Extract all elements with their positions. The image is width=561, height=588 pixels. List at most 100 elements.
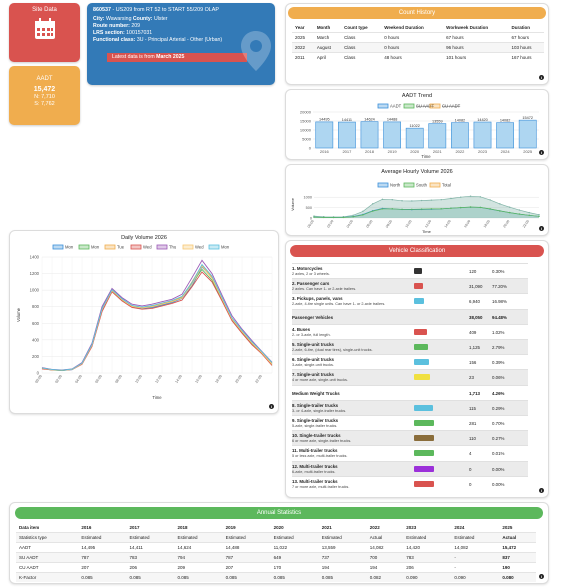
hourly-point[interactable] xyxy=(460,206,462,209)
aadt-bar[interactable] xyxy=(428,123,447,149)
hourly-point[interactable] xyxy=(381,198,384,201)
vehicle-class-name: 8. Single-trailer trucks xyxy=(292,402,339,408)
y-tick-label: 500 xyxy=(306,206,312,210)
legend-item[interactable]: Total xyxy=(429,183,451,188)
hourly-point[interactable] xyxy=(391,199,393,201)
hourly-point[interactable] xyxy=(440,208,442,210)
annual-statistics-info-icon[interactable]: i xyxy=(539,574,544,579)
vehicle-classification-info-icon[interactable]: i xyxy=(539,488,544,493)
count-history-cell: 101 hours xyxy=(446,54,467,60)
annual-cell: Estimated xyxy=(225,534,246,540)
aadt-bar[interactable] xyxy=(518,119,537,149)
hourly-point[interactable] xyxy=(518,209,521,211)
x-tick-label: 22:00 xyxy=(522,219,530,228)
hourly-point[interactable] xyxy=(323,216,325,219)
hourly-point[interactable] xyxy=(469,206,472,208)
hourly-point[interactable] xyxy=(508,206,511,208)
vehicle-icon xyxy=(414,298,425,305)
legend-item[interactable]: CU AADT xyxy=(429,104,461,109)
vehicle-class-row: 11. Multi-trailer trucks 5 or less axle, … xyxy=(292,445,528,460)
annual-cell: Estimated xyxy=(81,534,102,540)
hourly-point[interactable] xyxy=(460,196,462,198)
hourly-point[interactable] xyxy=(479,206,482,209)
legend-item[interactable]: Wed xyxy=(182,245,204,250)
count-history-info-icon[interactable]: i xyxy=(539,75,544,80)
hourly-point[interactable] xyxy=(332,216,335,219)
daily-volume-info-icon[interactable]: i xyxy=(269,404,274,409)
aadt-bar[interactable] xyxy=(383,121,401,149)
count-history-cell: 167 hours xyxy=(511,54,532,60)
daily-line-thu[interactable] xyxy=(41,259,273,371)
hourly-point[interactable] xyxy=(479,196,482,198)
hourly-point[interactable] xyxy=(411,208,413,210)
x-axis-label: Time xyxy=(422,229,432,234)
annual-cell: - xyxy=(454,554,456,560)
legend-item[interactable]: Mon xyxy=(78,245,100,250)
count-history-cell: March xyxy=(316,34,330,40)
hourly-point[interactable] xyxy=(411,200,413,202)
daily-line-mon[interactable] xyxy=(41,263,273,371)
legend-item[interactable]: North xyxy=(377,183,401,188)
site-data-tile[interactable]: Site Data xyxy=(9,3,80,62)
aadt-bar[interactable] xyxy=(451,122,469,149)
hourly-point[interactable] xyxy=(401,200,403,202)
hourly-point[interactable] xyxy=(352,214,354,216)
legend-item[interactable]: AADT xyxy=(377,104,402,109)
hourly-point[interactable] xyxy=(538,213,540,216)
legend-item[interactable]: South xyxy=(403,183,428,188)
aadt-tile[interactable]: AADT 15,472 N: 7,710 S: 7,762 xyxy=(9,66,80,125)
hourly-point[interactable] xyxy=(450,207,452,209)
hourly-point[interactable] xyxy=(489,199,491,201)
hourly-point[interactable] xyxy=(401,208,403,210)
county-label: County: xyxy=(132,16,153,22)
hourly-point[interactable] xyxy=(420,208,423,210)
hourly-point[interactable] xyxy=(440,199,442,201)
aadt-trend-info-icon[interactable]: i xyxy=(539,150,544,155)
hourly-point[interactable] xyxy=(499,210,501,212)
hourly-point[interactable] xyxy=(313,216,315,218)
hourly-point[interactable] xyxy=(508,211,511,214)
daily-line-wed[interactable] xyxy=(41,271,273,371)
aadt-bar[interactable] xyxy=(405,127,424,149)
hourly-point[interactable] xyxy=(450,197,452,200)
hourly-point[interactable] xyxy=(371,210,374,212)
legend-item[interactable]: Mon xyxy=(208,245,230,250)
hourly-point[interactable] xyxy=(352,216,354,218)
aadt-bar[interactable] xyxy=(473,121,492,149)
hourly-point[interactable] xyxy=(469,195,472,197)
hourly-point[interactable] xyxy=(528,214,530,216)
legend-item[interactable]: Thu xyxy=(156,245,177,250)
vehicle-icon xyxy=(414,404,433,411)
daily-line-mon[interactable] xyxy=(41,266,273,371)
aadt-bar[interactable] xyxy=(315,121,334,149)
hourly-point[interactable] xyxy=(499,203,501,205)
hourly-volume-chart: North South Total0500100000:00 02:00 04:00 06… xyxy=(291,183,540,234)
daily-line-tue[interactable] xyxy=(41,264,273,371)
hourly-volume-title: Average Hourly Volume 2026 xyxy=(381,169,453,175)
aadt-bar[interactable] xyxy=(360,121,379,149)
aadt-bar[interactable] xyxy=(496,122,514,149)
vehicle-class-percent: 1.02% xyxy=(492,329,505,335)
y-tick-label: 800 xyxy=(32,304,40,309)
hourly-point[interactable] xyxy=(342,216,345,219)
hourly-point[interactable] xyxy=(420,199,423,202)
aadt-bar[interactable] xyxy=(338,121,356,149)
hourly-point[interactable] xyxy=(381,208,384,210)
hourly-point[interactable] xyxy=(518,213,521,215)
daily-line-mon[interactable] xyxy=(41,268,273,371)
hourly-point[interactable] xyxy=(371,203,374,205)
hourly-point[interactable] xyxy=(362,210,364,213)
daily-line-wed[interactable] xyxy=(41,265,273,371)
legend-item[interactable]: Tue xyxy=(104,245,125,250)
hourly-volume-info-icon[interactable]: i xyxy=(539,226,544,231)
hourly-point[interactable] xyxy=(489,208,491,210)
hourly-point[interactable] xyxy=(538,215,540,218)
legend-item[interactable]: Mon xyxy=(52,245,74,250)
hourly-point[interactable] xyxy=(391,208,393,210)
hourly-point[interactable] xyxy=(362,214,364,216)
hourly-point[interactable] xyxy=(430,208,433,210)
hourly-point[interactable] xyxy=(528,211,530,214)
legend-item[interactable]: Wed xyxy=(130,245,152,250)
functional-class-label: Functional class: xyxy=(93,37,136,43)
hourly-point[interactable] xyxy=(430,199,433,201)
